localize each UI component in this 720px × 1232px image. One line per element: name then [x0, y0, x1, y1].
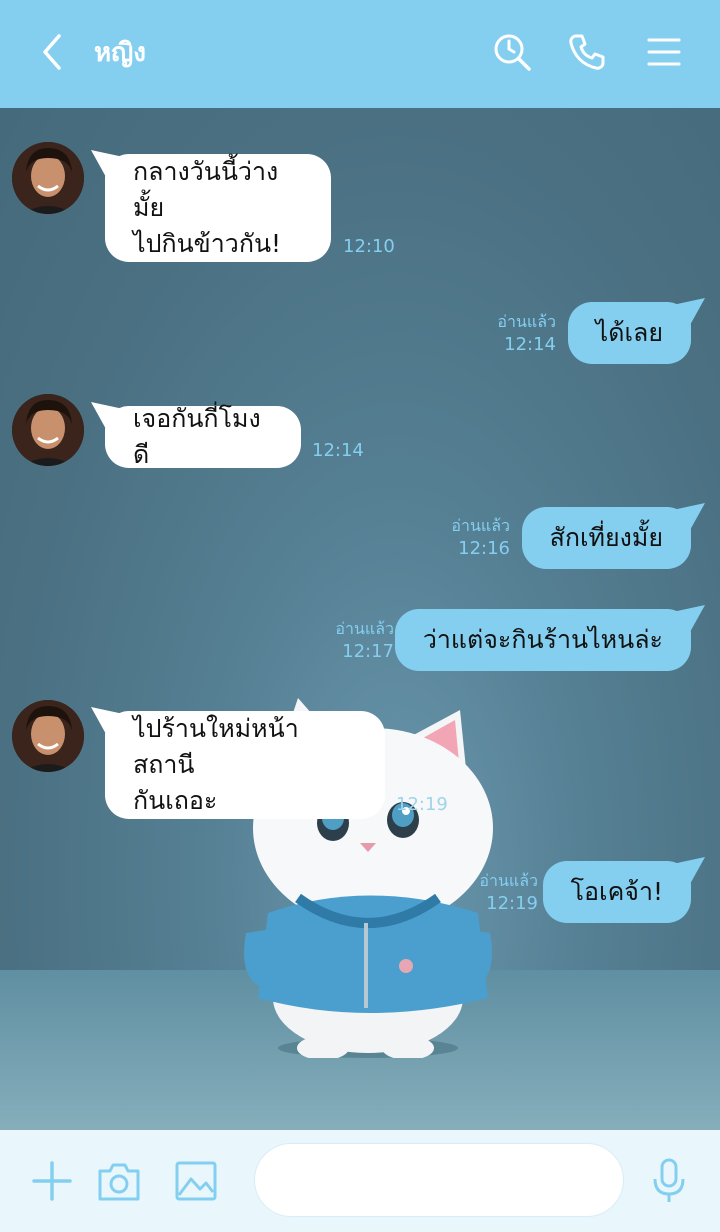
message-meta: อ่านแล้ว 12:17 [335, 619, 394, 665]
avatar-photo [12, 142, 84, 214]
message-time: 12:14 [312, 440, 364, 461]
message-bubble-outgoing[interactable]: โอเคจ้า! [542, 861, 691, 923]
contact-avatar[interactable] [12, 142, 84, 214]
message-time: 12:10 [343, 236, 395, 257]
message-line: กันเถอะ [133, 786, 218, 815]
message-meta: อ่านแล้ว 12:16 [451, 516, 510, 562]
plus-icon [32, 1161, 72, 1201]
message-time: 12:17 [342, 641, 394, 662]
message-meta: อ่านแล้ว 12:19 [479, 871, 538, 917]
avatar-photo [12, 700, 84, 772]
message-bubble-incoming[interactable]: ไปร้านใหม่หน้าสถานี กันเถอะ [105, 711, 385, 819]
message-bubble-incoming[interactable]: เจอกันกี่โมงดี [105, 404, 301, 469]
camera-button[interactable] [94, 1156, 144, 1206]
camera-icon [98, 1163, 140, 1201]
message-line: เจอกันกี่โมงดี [133, 404, 261, 469]
chat-title: หญิง [94, 38, 146, 68]
message-input[interactable] [254, 1143, 624, 1217]
message-time: 12:19 [486, 893, 538, 914]
gallery-button[interactable] [171, 1156, 221, 1206]
menu-icon [647, 38, 681, 66]
back-button[interactable] [30, 30, 74, 74]
chat-header: หญิง [0, 0, 720, 108]
avatar-photo [12, 394, 84, 466]
read-receipt: อ่านแล้ว [451, 516, 510, 535]
search-button[interactable] [490, 30, 534, 74]
message-time: 12:19 [396, 794, 448, 815]
contact-avatar[interactable] [12, 700, 84, 772]
message-bubble-outgoing[interactable]: ได้เลย [567, 302, 691, 364]
message-line: ไปร้านใหม่หน้าสถานี [133, 714, 299, 779]
voice-button[interactable] [644, 1156, 694, 1206]
message-text: ว่าแต่จะกินร้านไหนล่ะ [422, 625, 663, 654]
message-text: โอเคจ้า! [570, 877, 663, 906]
menu-button[interactable] [642, 30, 686, 74]
call-button[interactable] [565, 30, 609, 74]
message-bubble-outgoing[interactable]: สักเที่ยงมั้ย [521, 507, 691, 569]
read-receipt: อ่านแล้ว [335, 619, 394, 638]
message-line: กลางวันนี้ว่างมั้ย [133, 157, 279, 222]
chevron-left-icon [43, 34, 61, 70]
message-text: ได้เลย [595, 318, 663, 347]
contact-avatar[interactable] [12, 394, 84, 466]
message-bubble-incoming[interactable]: กลางวันนี้ว่างมั้ย ไปกินข้าวกัน! [105, 154, 331, 262]
read-receipt: อ่านแล้ว [497, 312, 556, 331]
search-clock-icon [494, 34, 531, 71]
read-receipt: อ่านแล้ว [479, 871, 538, 890]
message-line: ไปกินข้าวกัน! [133, 229, 282, 258]
chat-area[interactable]: กลางวันนี้ว่างมั้ย ไปกินข้าวกัน! 12:10 อ… [0, 108, 720, 1130]
message-time: 12:14 [504, 334, 556, 355]
phone-icon [569, 34, 605, 70]
message-meta: อ่านแล้ว 12:14 [497, 312, 556, 358]
image-icon [175, 1161, 217, 1201]
message-text: สักเที่ยงมั้ย [549, 523, 663, 552]
message-time: 12:16 [458, 538, 510, 559]
microphone-icon [653, 1158, 685, 1202]
add-button[interactable] [27, 1156, 77, 1206]
message-bubble-outgoing[interactable]: ว่าแต่จะกินร้านไหนล่ะ [394, 609, 691, 671]
